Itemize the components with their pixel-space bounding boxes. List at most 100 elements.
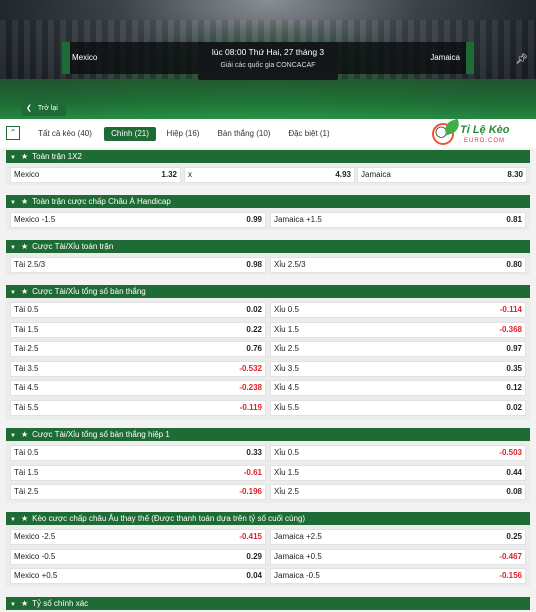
section-header-ou[interactable]: ▼ ★ Cược Tài/Xỉu toàn trận	[6, 240, 530, 253]
star-icon[interactable]: ★	[21, 242, 28, 251]
odds-cell[interactable]: Tài 1.5 0.22	[10, 321, 266, 338]
odds-cell[interactable]: Tài 0.5 0.33	[10, 445, 266, 461]
odds-cell[interactable]: Mexico -1.5 0.99	[10, 212, 266, 228]
odds-cell[interactable]: Xỉu 3.5 0.35	[270, 360, 526, 377]
odds-value: -0.467	[499, 551, 522, 561]
odds-cell[interactable]: Tài 4.5 -0.238	[10, 380, 266, 396]
section-header-handicap[interactable]: ▼ ★ Toàn trận cược chấp Châu Á Handicap	[6, 195, 530, 208]
caret-down-icon: ▼	[10, 155, 16, 161]
odds-cell[interactable]: Mexico -0.5 0.29	[10, 548, 266, 565]
odds-value: -0.196	[239, 487, 262, 496]
odds-cell[interactable]: Xỉu 2.5/3 0.80	[270, 257, 526, 273]
odds-cell[interactable]: Mexico +0.5 0.04	[10, 568, 266, 584]
tab-half[interactable]: Hiệp (16)	[162, 127, 204, 141]
section-header-goals[interactable]: ▼ ★ Cược Tài/Xỉu tổng số bàn thắng	[6, 285, 530, 298]
stadium-field	[0, 79, 536, 119]
odds-cell[interactable]: Tài 3.5 -0.532	[10, 360, 266, 377]
caret-down-icon: ▼	[10, 602, 16, 608]
section-header-goals-h1[interactable]: ▼ ★ Cược Tài/Xỉu tổng số bàn thắng hiệp 1	[6, 428, 530, 441]
odds-label: Tài 0.5	[14, 305, 39, 314]
odds-cell[interactable]: Mexico 1.32	[10, 167, 181, 183]
match-banner: Mexico lúc 08:00 Thứ Hai, 27 tháng 3 Giả…	[0, 0, 536, 119]
odds-cell[interactable]: Xỉu 4.5 0.12	[270, 380, 526, 396]
odds-value: -0.503	[499, 448, 522, 457]
odds-cell[interactable]: Xỉu 0.5 -0.114	[270, 302, 526, 318]
tab-all[interactable]: Tất cả kèo (40)	[32, 127, 98, 141]
odds-cell[interactable]: Xỉu 2.5 0.97	[270, 341, 526, 357]
odds-value: 0.35	[506, 363, 522, 373]
odds-cell[interactable]: Tài 0.5 0.02	[10, 302, 266, 318]
star-icon[interactable]: ★	[21, 152, 28, 161]
star-icon[interactable]: ★	[21, 430, 28, 439]
pin-icon[interactable]: 📌︎	[515, 54, 528, 65]
odds-label: Xỉu 1.5	[274, 467, 299, 477]
odds-label: x	[188, 170, 192, 179]
odds-cell[interactable]: Xỉu 1.5 -0.368	[270, 321, 526, 338]
odds-cell[interactable]: Xỉu 5.5 0.02	[270, 399, 526, 416]
tab-main[interactable]: Chính (21)	[104, 127, 156, 141]
odds-label: Xỉu 2.5/3	[274, 260, 306, 269]
odds-cell[interactable]: Jamaica -0.5 -0.156	[270, 568, 526, 584]
caret-down-icon: ▼	[10, 433, 16, 439]
odds-cell[interactable]: Xỉu 0.5 -0.503	[270, 445, 526, 461]
odds-cell[interactable]: x 4.93	[184, 167, 355, 183]
tab-goals[interactable]: Bàn thắng (10)	[214, 127, 274, 141]
match-info: lúc 08:00 Thứ Hai, 27 tháng 3 Giải các q…	[198, 42, 338, 80]
odds-value: 0.29	[246, 551, 262, 561]
odds-cell[interactable]: Tài 2.5/3 0.98	[10, 257, 266, 273]
caret-down-icon: ▼	[10, 517, 16, 523]
odds-label: Tài 5.5	[14, 402, 39, 412]
star-icon[interactable]: ★	[21, 197, 28, 206]
odds-value: -0.61	[243, 467, 262, 477]
odds-value: 0.76	[246, 344, 262, 353]
odds-cell[interactable]: Jamaica +2.5 0.25	[270, 529, 526, 545]
back-button[interactable]: ❮ Trở lại	[22, 102, 66, 116]
odds-value: 0.04	[246, 571, 262, 580]
logo-sub: EURO.COM	[464, 138, 505, 144]
home-team: Mexico	[72, 53, 98, 62]
odds-cell[interactable]: Jamaica 8.30	[357, 167, 527, 183]
star-icon[interactable]: ★	[21, 599, 28, 608]
odds-cell[interactable]: Xỉu 2.5 0.08	[270, 484, 526, 500]
odds-label: Tài 2.5	[14, 344, 39, 353]
star-icon[interactable]: ★	[21, 287, 28, 296]
odds-value: 0.25	[506, 532, 522, 541]
section-title: Toàn trận cược chấp Châu Á Handicap	[32, 197, 171, 206]
odds-value: 0.08	[506, 487, 522, 496]
odds-label: Mexico -0.5	[14, 551, 56, 561]
odds-label: Jamaica +1.5	[274, 215, 322, 224]
odds-value: 0.12	[506, 383, 522, 392]
odds-cell[interactable]: Xỉu 1.5 0.44	[270, 464, 526, 481]
double-chevron-up-icon[interactable]: ⌃	[6, 126, 20, 140]
odds-value: -0.119	[239, 402, 262, 412]
odds-value: 0.02	[246, 305, 262, 314]
odds-cell[interactable]: Mexico -2.5 -0.415	[10, 529, 266, 545]
odds-cell[interactable]: Tài 5.5 -0.119	[10, 399, 266, 416]
back-label: Trở lại	[37, 105, 58, 112]
odds-value: 1.32	[161, 170, 177, 179]
odds-cell[interactable]: Tài 2.5 -0.196	[10, 484, 266, 500]
odds-label: Xỉu 5.5	[274, 402, 299, 412]
section-header-exact[interactable]: ▼ ★ Tỷ số chính xác	[6, 597, 530, 610]
odds-cell[interactable]: Jamaica +1.5 0.81	[270, 212, 526, 228]
market-tabs: ⌃ Tất cả kèo (40) Chính (21) Hiệp (16) B…	[0, 118, 536, 148]
odds-label: Tài 4.5	[14, 383, 39, 392]
odds-value: -0.156	[499, 571, 522, 580]
odds-label: Jamaica +0.5	[274, 551, 322, 561]
odds-label: Jamaica	[361, 170, 391, 179]
section-title: Kèo cược chấp châu Âu thay thế (Được tha…	[32, 514, 306, 523]
section-title: Cược Tài/Xỉu toàn trận	[32, 242, 114, 251]
odds-cell[interactable]: Tài 1.5 -0.61	[10, 464, 266, 481]
logo-brand: Tỉ Lệ Kèo	[460, 124, 510, 136]
league-name: Giải các quốc gia CONCACAF	[220, 62, 316, 69]
section-header-1x2[interactable]: ▼ ★ Toàn trận 1X2	[6, 150, 530, 163]
tab-special[interactable]: Đặc biệt (1)	[282, 127, 336, 141]
section-header-eu-handicap[interactable]: ▼ ★ Kèo cược chấp châu Âu thay thế (Được t…	[6, 512, 530, 525]
odds-cell[interactable]: Jamaica +0.5 -0.467	[270, 548, 526, 565]
match-time: lúc 08:00 Thứ Hai, 27 tháng 3	[211, 47, 325, 57]
odds-label: Mexico -1.5	[14, 215, 56, 224]
odds-cell[interactable]: Tài 2.5 0.76	[10, 341, 266, 357]
odds-label: Xỉu 4.5	[274, 383, 299, 392]
star-icon[interactable]: ★	[21, 514, 28, 523]
away-team: Jamaica	[430, 53, 460, 62]
